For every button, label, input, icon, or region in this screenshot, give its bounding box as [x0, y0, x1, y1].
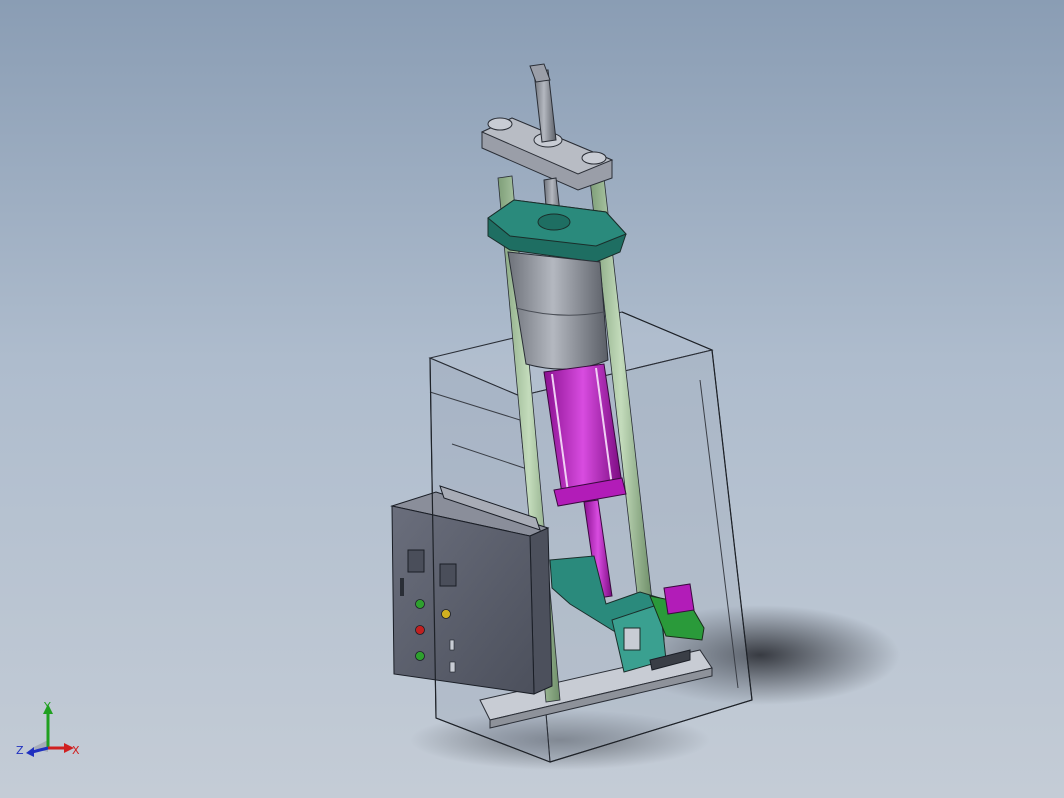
display-window-right [439, 563, 457, 587]
control-box[interactable] [390, 485, 553, 695]
x-axis-label: X [72, 744, 80, 757]
switch-slot[interactable] [400, 578, 404, 596]
lamp-yellow[interactable] [441, 609, 451, 619]
y-axis-label: Y [43, 700, 51, 713]
lamp-green-bottom[interactable] [415, 651, 425, 661]
cad-viewport[interactable]: Y X Z [0, 0, 1064, 798]
lamp-green-top[interactable] [415, 599, 425, 609]
button-slot-1[interactable] [449, 639, 455, 651]
lamp-red[interactable] [415, 625, 425, 635]
axis-triad: Y X Z [16, 700, 80, 757]
button-slot-2[interactable] [449, 661, 456, 673]
cad-model-view[interactable] [0, 0, 1064, 798]
z-axis-label: Z [16, 744, 24, 757]
display-window-left [407, 549, 425, 573]
